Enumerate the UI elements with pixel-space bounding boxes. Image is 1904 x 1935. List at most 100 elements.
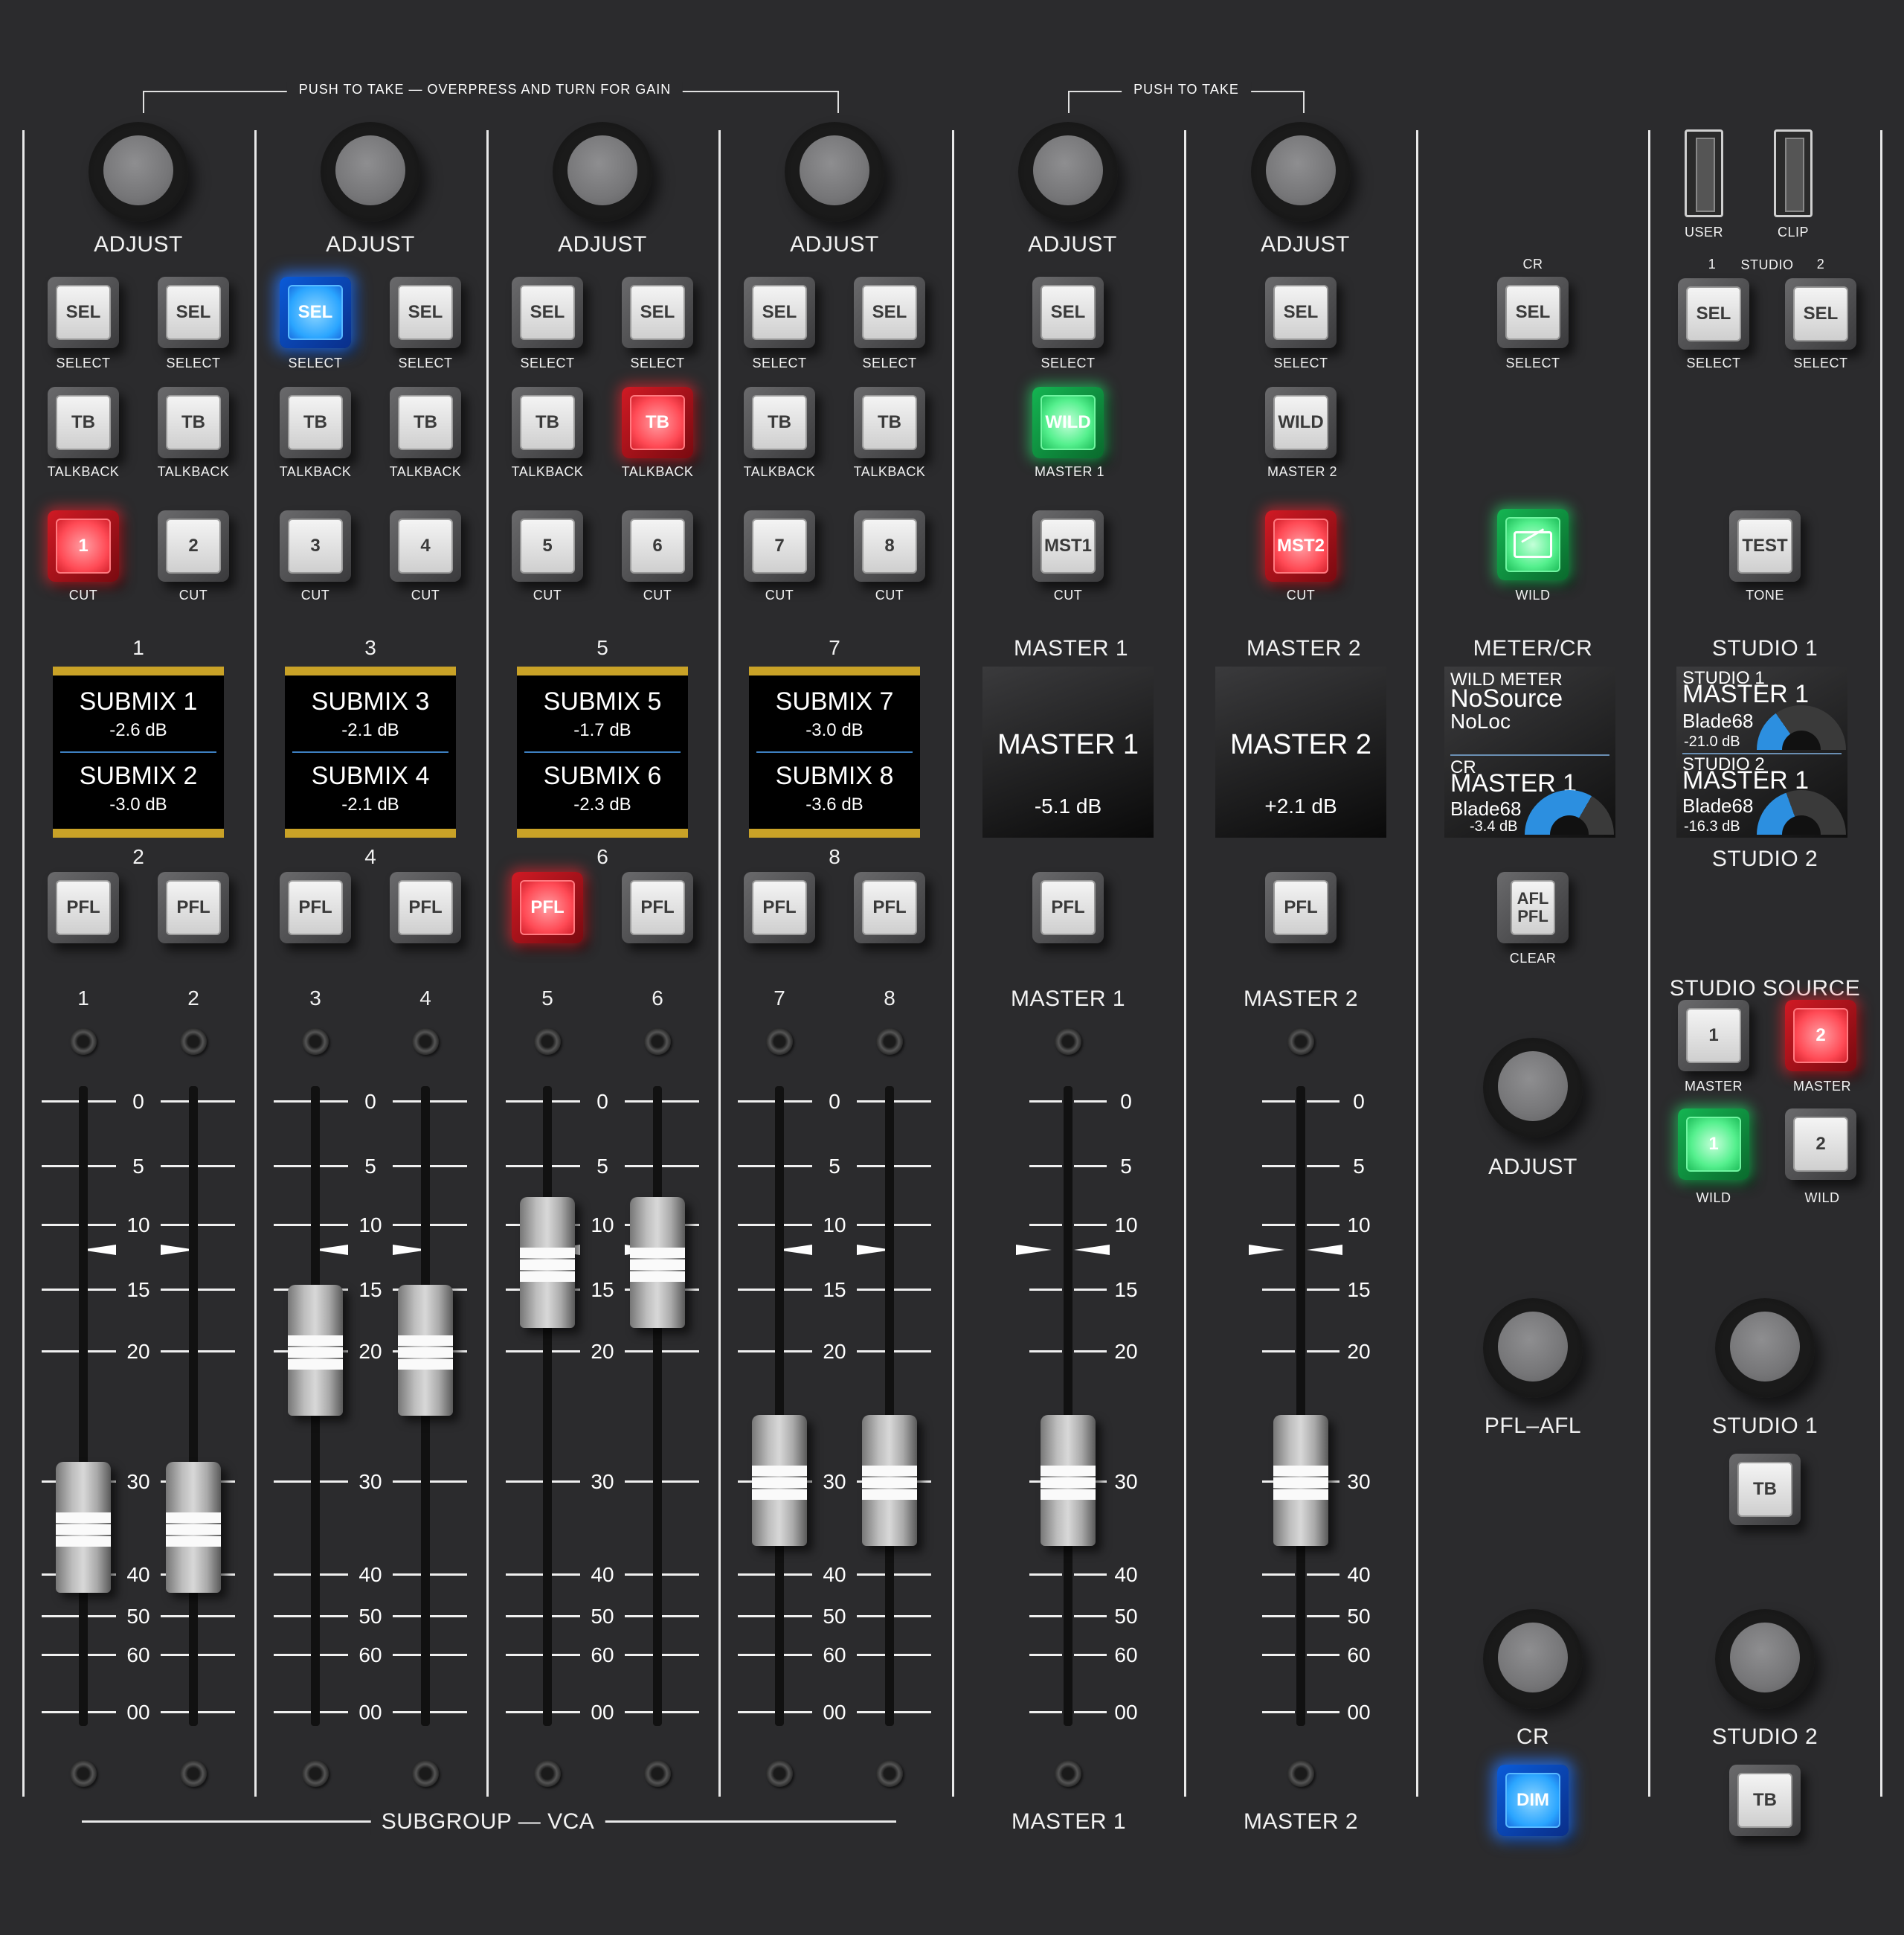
scale-tick xyxy=(1074,1654,1107,1656)
pfl-button[interactable]: PFL xyxy=(744,872,815,943)
mst-button[interactable]: MST1 xyxy=(1032,510,1104,582)
screw xyxy=(302,1028,329,1055)
fader-ch7-knob[interactable] xyxy=(752,1415,807,1546)
cut-button[interactable]: 8 xyxy=(854,510,925,582)
sel-button[interactable]: SEL xyxy=(280,277,351,348)
fader-ch1-knob[interactable] xyxy=(56,1461,111,1593)
sel-button[interactable]: SEL xyxy=(158,277,229,348)
scale-tick xyxy=(1074,1165,1107,1167)
scale-label: 5 xyxy=(364,1155,376,1178)
unity-arrow xyxy=(1249,1245,1284,1255)
submix-b-val: -2.3 dB xyxy=(573,795,631,815)
sel-button[interactable]: SEL xyxy=(48,277,119,348)
submix-display: SUBMIX 5 -1.7 dB SUBMIX 6 -2.3 dB xyxy=(517,667,688,838)
studio2-tb-button[interactable]: TB xyxy=(1729,1765,1801,1836)
sel-button[interactable]: SEL xyxy=(390,277,461,348)
tb-button[interactable]: TB xyxy=(48,387,119,458)
sel-button[interactable]: SEL xyxy=(744,277,815,348)
d1-device: Blade68 xyxy=(1682,710,1754,732)
scale-label: 30 xyxy=(1114,1470,1138,1493)
studio2-knob[interactable] xyxy=(1715,1609,1815,1709)
cut-button[interactable]: 4 xyxy=(390,510,461,582)
studio2-sel-button[interactable]: SEL xyxy=(1785,278,1856,350)
sel-button[interactable]: SEL xyxy=(1032,277,1104,348)
pfl-button[interactable]: PFL xyxy=(48,872,119,943)
pfl-button[interactable]: PFL xyxy=(390,872,461,943)
scale-label: 15 xyxy=(126,1278,150,1301)
master-fader-label: MASTER 2 xyxy=(1243,986,1359,1011)
scale-tick xyxy=(1029,1654,1062,1656)
cr-knob[interactable] xyxy=(1483,1609,1583,1709)
fader-ch4-knob[interactable] xyxy=(398,1285,453,1416)
sel-button[interactable]: SEL xyxy=(622,277,693,348)
screw xyxy=(1287,1760,1314,1787)
fader-master2-knob[interactable] xyxy=(1273,1415,1328,1546)
tb-button[interactable]: TB xyxy=(622,387,693,458)
tb-button[interactable]: TB xyxy=(854,387,925,458)
master-display-val: +2.1 dB xyxy=(1264,795,1337,818)
cut-button[interactable]: 6 xyxy=(622,510,693,582)
cr-sel-button[interactable]: SEL xyxy=(1497,277,1569,348)
adjust-knob[interactable] xyxy=(785,122,884,222)
adjust-knob[interactable] xyxy=(321,122,420,222)
usb-user-port[interactable] xyxy=(1685,129,1723,217)
adjust-knob[interactable] xyxy=(553,122,652,222)
tb-button[interactable]: TB xyxy=(744,387,815,458)
tb-button[interactable]: TB xyxy=(280,387,351,458)
scale-label: 50 xyxy=(1347,1605,1371,1628)
adjust-knob[interactable] xyxy=(1483,1038,1583,1137)
cut-button[interactable]: 3 xyxy=(280,510,351,582)
talkback-label: TALKBACK xyxy=(853,464,926,479)
wild-button[interactable]: WILD xyxy=(1032,387,1104,458)
pfl-button[interactable]: PFL xyxy=(1032,872,1104,943)
tb-button[interactable]: TB xyxy=(512,387,583,458)
studio1-knob[interactable] xyxy=(1715,1298,1815,1398)
sel-button[interactable]: SEL xyxy=(1265,277,1337,348)
fader-ch2-knob[interactable] xyxy=(166,1461,221,1593)
adjust-knob[interactable] xyxy=(1018,122,1118,222)
afl-pfl-button[interactable]: AFL PFL xyxy=(1497,872,1569,943)
fader-master1-knob[interactable] xyxy=(1041,1415,1096,1546)
fader-ch5-knob[interactable] xyxy=(520,1197,575,1329)
pfl-button[interactable]: PFL xyxy=(854,872,925,943)
fader-ch6-knob[interactable] xyxy=(630,1197,685,1329)
cut-button[interactable]: 2 xyxy=(158,510,229,582)
sel-button[interactable]: SEL xyxy=(512,277,583,348)
source-master2-button[interactable]: 2 xyxy=(1785,1000,1856,1071)
studio1-sel-button[interactable]: SEL xyxy=(1678,278,1749,350)
talkback-label: TALKBACK xyxy=(279,464,352,479)
fader-ch3-knob[interactable] xyxy=(288,1285,343,1416)
pfl-button[interactable]: PFL xyxy=(1265,872,1337,943)
source-wild1-button[interactable]: 1 xyxy=(1678,1108,1749,1180)
test-button[interactable]: TEST xyxy=(1729,510,1801,582)
meter-wild-button[interactable] xyxy=(1497,509,1569,580)
tb-button[interactable]: TB xyxy=(158,387,229,458)
studio1-tb-button[interactable]: TB xyxy=(1729,1454,1801,1525)
mst-button[interactable]: MST2 xyxy=(1265,510,1337,582)
dim-button[interactable]: DIM xyxy=(1497,1765,1569,1836)
cut-button[interactable]: 1 xyxy=(48,510,119,582)
fader-ch8-knob[interactable] xyxy=(862,1415,917,1546)
source-master1-button[interactable]: 1 xyxy=(1678,1000,1749,1071)
scale-label: 40 xyxy=(358,1563,382,1586)
tb-button[interactable]: TB xyxy=(390,387,461,458)
scale-tick xyxy=(1262,1289,1295,1291)
adjust-knob[interactable] xyxy=(1251,122,1351,222)
scale-label: 00 xyxy=(1347,1701,1371,1724)
pfl-button[interactable]: PFL xyxy=(512,872,583,943)
cut-button[interactable]: 5 xyxy=(512,510,583,582)
sel-button[interactable]: SEL xyxy=(854,277,925,348)
source-wild2-button[interactable]: 2 xyxy=(1785,1108,1856,1180)
channel-bottom-number: 4 xyxy=(364,845,376,868)
pfl-button[interactable]: PFL xyxy=(280,872,351,943)
usb-clip-port[interactable] xyxy=(1774,129,1813,217)
pfl-afl-knob[interactable] xyxy=(1483,1298,1583,1398)
scale-label: 60 xyxy=(1347,1643,1371,1666)
d2-val: -16.3 dB xyxy=(1684,818,1740,835)
cut-button[interactable]: 7 xyxy=(744,510,815,582)
pfl-button[interactable]: PFL xyxy=(622,872,693,943)
pfl-button[interactable]: PFL xyxy=(158,872,229,943)
screw xyxy=(644,1760,671,1787)
wild-button[interactable]: WILD xyxy=(1265,387,1337,458)
adjust-knob[interactable] xyxy=(89,122,188,222)
